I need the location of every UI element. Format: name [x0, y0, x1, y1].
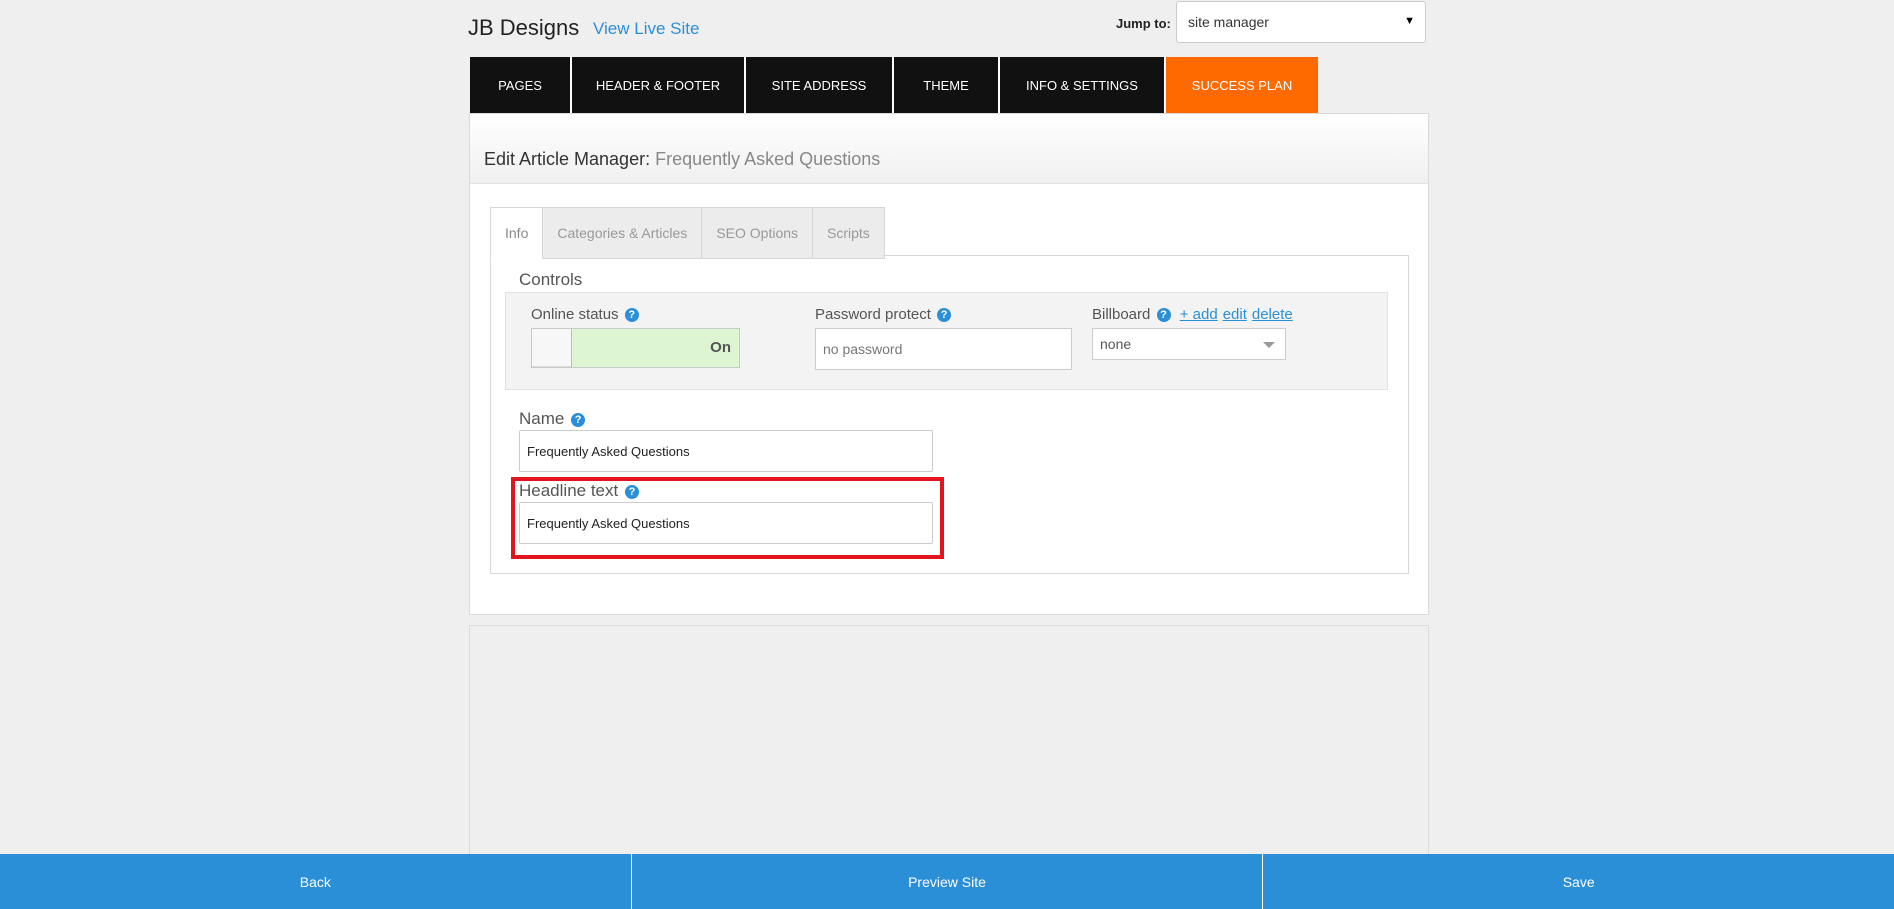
chevron-down-icon	[1263, 342, 1275, 348]
nav-tab-label: INFO & SETTINGS	[1026, 77, 1138, 93]
billboard-label: Billboard ? + add edit delete	[1092, 306, 1293, 323]
tab-info[interactable]: Info	[490, 207, 544, 259]
password-input[interactable]: no password	[815, 328, 1072, 370]
password-placeholder: no password	[823, 341, 903, 357]
back-button[interactable]: Back	[0, 854, 632, 909]
controls-heading: Controls	[519, 270, 583, 289]
name-input[interactable]: Frequently Asked Questions	[519, 430, 933, 472]
nav-tab-header-footer[interactable]: HEADER & FOOTER	[572, 57, 746, 113]
site-manager-container: JB Designs View Live Site Jump to: site …	[468, 0, 1429, 855]
billboard-delete-link[interactable]: delete	[1252, 306, 1293, 323]
help-icon[interactable]: ?	[937, 308, 952, 323]
billboard-add-link[interactable]: + add	[1180, 306, 1218, 323]
preview-label: Preview Site	[908, 873, 986, 890]
view-live-site-link[interactable]: View Live Site	[593, 19, 699, 39]
tab-label: SEO Options	[716, 225, 799, 241]
save-button[interactable]: Save	[1263, 854, 1894, 909]
save-label: Save	[1562, 873, 1595, 890]
tab-scripts[interactable]: Scripts	[813, 207, 885, 259]
back-label: Back	[299, 873, 331, 890]
nav-tab-info-settings[interactable]: INFO & SETTINGS	[1000, 57, 1166, 113]
page-title-prefix: Edit Article Manager:	[484, 149, 651, 169]
main-nav-tabs: PAGES HEADER & FOOTER SITE ADDRESS THEME…	[470, 57, 1318, 113]
online-status-label-text: Online status	[531, 306, 619, 323]
nav-tab-theme[interactable]: THEME	[894, 57, 1000, 113]
site-name: JB Designs	[468, 15, 580, 40]
tab-label: Scripts	[827, 225, 870, 241]
online-status-label: Online status ?	[531, 306, 639, 323]
secondary-panel	[469, 625, 1429, 855]
tab-label: Categories & Articles	[557, 225, 688, 241]
billboard-value: none	[1100, 336, 1132, 352]
headline-value: Frequently Asked Questions	[527, 516, 690, 531]
jump-to-label: Jump to:	[1116, 16, 1171, 31]
password-protect-label: Password protect ?	[815, 306, 952, 323]
nav-tab-label: THEME	[923, 77, 969, 93]
nav-tab-label: SITE ADDRESS	[771, 77, 867, 93]
toggle-knob[interactable]	[532, 329, 572, 367]
billboard-label-text: Billboard	[1092, 306, 1151, 323]
online-status-value: On	[710, 339, 731, 356]
headline-text-label-text: Headline text	[519, 481, 619, 500]
name-label: Name ?	[519, 409, 586, 429]
headline-text-input[interactable]: Frequently Asked Questions	[519, 502, 933, 544]
caret-down-icon: ▼	[1404, 15, 1415, 27]
online-status-toggle[interactable]: On	[531, 328, 740, 368]
jump-to-value: site manager	[1188, 14, 1269, 30]
nav-tab-label: SUCCESS PLAN	[1191, 77, 1293, 93]
preview-site-button[interactable]: Preview Site	[632, 854, 1264, 909]
editor-tabs: Info Categories & Articles SEO Options S…	[490, 207, 885, 259]
page-title: Edit Article Manager: Frequently Asked Q…	[470, 114, 1428, 184]
help-icon[interactable]: ?	[624, 484, 639, 499]
tab-label: Info	[505, 225, 529, 241]
jump-to-select[interactable]: site manager ▼	[1176, 1, 1426, 43]
headline-text-label: Headline text ?	[519, 481, 639, 501]
page-title-name: Frequently Asked Questions	[655, 149, 881, 169]
controls-box: Online status ? On Password protect ? no…	[505, 292, 1388, 390]
nav-tab-pages[interactable]: PAGES	[470, 57, 572, 113]
nav-tab-site-address[interactable]: SITE ADDRESS	[746, 57, 894, 113]
name-value: Frequently Asked Questions	[527, 444, 690, 459]
tab-seo-options[interactable]: SEO Options	[702, 207, 814, 259]
password-protect-label-text: Password protect	[815, 306, 931, 323]
tab-categories-articles[interactable]: Categories & Articles	[543, 207, 703, 259]
nav-tab-success-plan[interactable]: SUCCESS PLAN	[1166, 57, 1318, 113]
help-icon[interactable]: ?	[624, 308, 639, 323]
top-bar: JB Designs View Live Site Jump to: site …	[468, 0, 1428, 57]
name-label-text: Name	[519, 409, 565, 428]
billboard-edit-link[interactable]: edit	[1223, 306, 1247, 323]
nav-tab-label: PAGES	[498, 77, 542, 93]
bottom-action-bar: Back Preview Site Save	[0, 854, 1894, 909]
help-icon[interactable]: ?	[571, 412, 586, 427]
billboard-select[interactable]: none	[1092, 328, 1286, 360]
help-icon[interactable]: ?	[1156, 308, 1171, 323]
nav-tab-label: HEADER & FOOTER	[595, 77, 721, 93]
